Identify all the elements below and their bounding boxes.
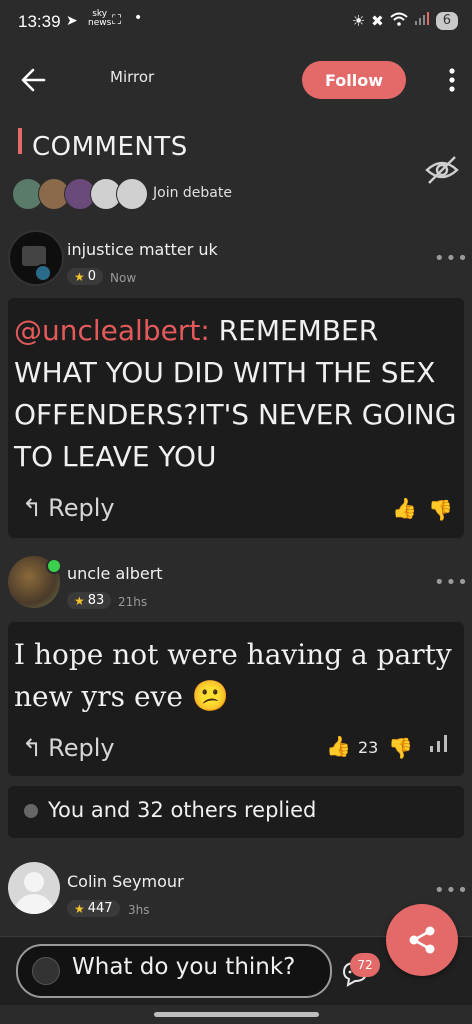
comment-time: 21hs [118,595,148,609]
brightness-icon: ☀ [351,12,366,30]
comment-time: 3hs [128,903,150,917]
participant-avatars[interactable] [12,178,148,210]
share-icon [409,926,435,954]
reputation-count: 447 [87,901,113,916]
bar-chart-icon [430,735,447,752]
reply-icon: ↰ [22,494,43,522]
comment-text: I hope not were having a party new yrs e… [14,638,452,713]
default-user-head [24,872,44,892]
reply-label: Reply [48,734,115,762]
section-accent-bar [18,128,22,154]
comment-more-button[interactable]: ••• [434,880,469,901]
reply-button[interactable]: ↰ Reply [22,494,115,522]
more-options-button[interactable] [444,66,460,94]
comment-time: Now [110,271,137,285]
replies-summary-text: You and 32 others replied [48,798,317,822]
user-badge-icon [34,264,52,282]
reply-label: Reply [48,494,115,522]
comment-more-button[interactable]: ••• [434,572,469,593]
more-vertical-icon [449,68,455,92]
eye-off-icon [425,156,459,184]
dot-icon: • [134,10,143,26]
reputation-badge: ★ 447 [67,900,120,917]
avatar[interactable] [8,230,64,286]
stats-button[interactable] [428,732,450,758]
my-avatar [32,957,60,985]
app-title: Mirror [110,68,155,86]
share-button[interactable] [386,904,458,976]
sky-sub-label: news [88,18,112,28]
author-name[interactable]: Colin Seymour [67,872,184,891]
like-count: 23 [358,738,379,757]
default-user-body [14,894,54,914]
mention-link[interactable]: @unclealbert: [14,314,210,347]
comment-input-placeholder[interactable]: What do you think? [72,954,295,980]
follow-button[interactable]: Follow [302,61,406,99]
thumbs-up-icon[interactable]: 👍 [392,496,417,520]
participant-avatar [116,178,148,210]
replies-summary[interactable]: You and 32 others replied [8,786,464,838]
author-name[interactable]: injustice matter uk [67,240,218,259]
status-bar: 13:39 ➤ sky news ⛶ • ☀ ✖ 6 [0,0,472,44]
author-name[interactable]: uncle albert [67,564,163,583]
star-icon: ★ [74,269,85,284]
comment-card: I hope not were having a party new yrs e… [8,622,464,776]
send-icon: ➤ [66,13,78,29]
reply-icon: ↰ [22,734,43,762]
comments-heading: COMMENTS [32,132,188,162]
thumbs-down-icon[interactable]: 👎 [388,736,413,760]
hide-comments-button[interactable] [424,152,460,188]
reply-button[interactable]: ↰ Reply [22,734,115,762]
star-icon: ★ [74,593,85,608]
back-button[interactable] [18,64,50,96]
avatar-image [22,246,46,266]
replier-avatar [24,804,38,818]
arrow-left-icon [21,68,46,92]
status-time: 13:39 [18,12,61,31]
mute-icon: ✖ [371,12,384,30]
comment-more-button[interactable]: ••• [434,248,469,269]
thumbs-up-icon[interactable]: 👍 [326,734,351,758]
avatar[interactable] [8,862,60,914]
reputation-badge: ★ 0 [67,268,104,285]
status-icons: ☀ ✖ 6 [352,12,458,30]
confused-emoji: 😕 [191,679,230,714]
reputation-count: 0 [87,269,97,284]
comment-card: @unclealbert: REMEMBER WHAT YOU DID WITH… [8,298,464,538]
signal-icon [414,12,430,30]
thumbs-down-icon[interactable]: 👎 [428,498,453,522]
reputation-count: 83 [87,593,105,608]
comment-count-badge: 72 [350,953,380,977]
reputation-badge: ★ 83 [67,592,112,609]
screenshot-icon: ⛶ [112,13,122,28]
comment-body: I hope not were having a party new yrs e… [14,634,460,718]
wifi-icon [390,12,408,30]
join-debate-link[interactable]: Join debate [153,185,232,201]
comment-body: @unclealbert: REMEMBER WHAT YOU DID WITH… [14,310,460,478]
star-icon: ★ [74,901,85,916]
home-indicator[interactable] [154,1012,319,1017]
sky-news-icon: sky news [88,10,111,28]
battery-indicator: 6 [435,12,458,30]
online-status-indicator [46,558,62,574]
